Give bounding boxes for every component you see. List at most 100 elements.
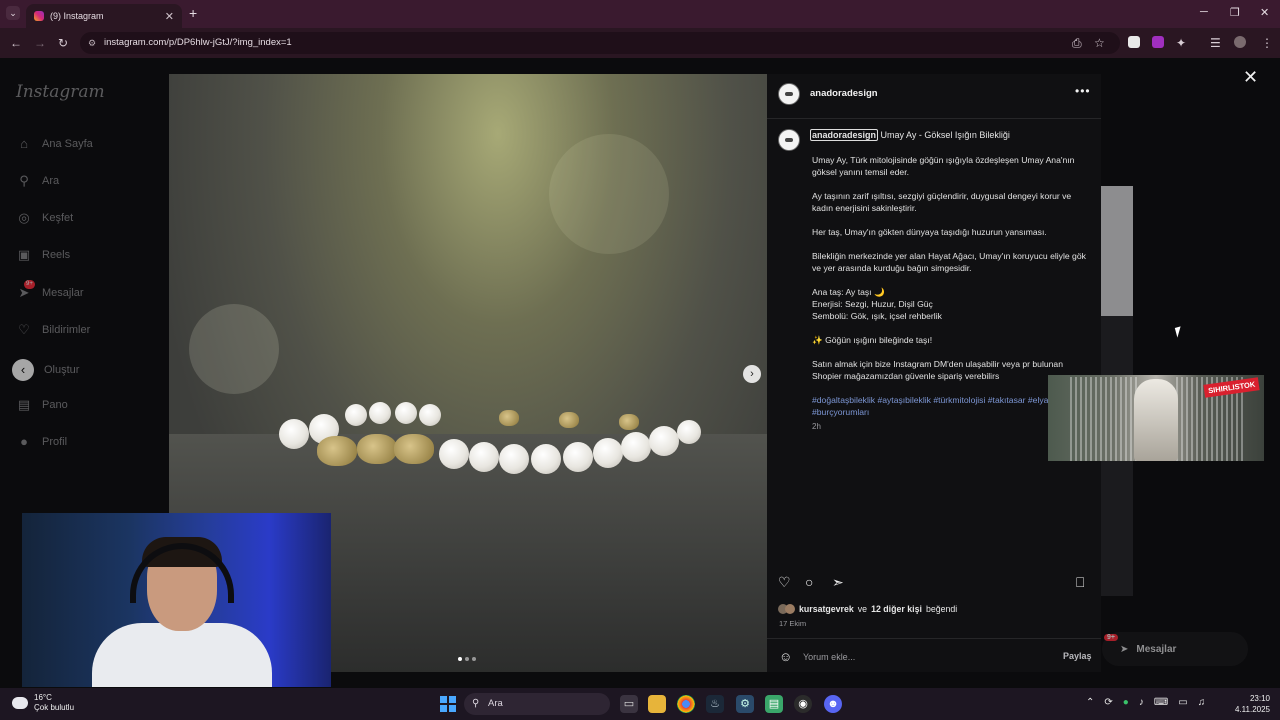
post-comment-button[interactable]: Paylaş: [1063, 651, 1092, 661]
liker-username[interactable]: kursatgevrek: [799, 604, 854, 614]
microphone-icon[interactable]: ♪: [1139, 697, 1144, 708]
gold-bead: [499, 410, 519, 426]
status-dot-icon[interactable]: ●: [1123, 697, 1129, 708]
notepad-icon[interactable]: ▤: [765, 695, 783, 713]
close-modal-icon[interactable]: ✕: [1243, 67, 1258, 88]
taskbar-clock[interactable]: 23:10 4.11.2025: [1230, 693, 1270, 715]
moonstone-bead: [395, 402, 417, 424]
moonstone-bead: [439, 439, 469, 469]
moonstone-bead: [649, 426, 679, 456]
restore-window-icon[interactable]: ❐: [1230, 6, 1240, 19]
browser-nav-bar: ← → ↻ ⚙ instagram.com/p/DP6hlw-jGtJ/?img…: [0, 28, 1280, 58]
gold-charm: [394, 434, 434, 464]
site-info-icon[interactable]: ⚙: [88, 32, 96, 54]
weather-widget[interactable]: 16°C Çok bulutlu: [12, 693, 74, 713]
address-bar-url: instagram.com/p/DP6hlw-jGtJ/?img_index=1: [104, 37, 292, 48]
weather-description: Çok bulutlu: [34, 703, 75, 712]
carousel-dots: [458, 657, 476, 661]
webcam-overlay: [22, 513, 331, 687]
file-explorer-icon[interactable]: [648, 695, 666, 713]
minimize-window-icon[interactable]: ─: [1200, 6, 1208, 18]
obs-icon[interactable]: ◉: [794, 695, 812, 713]
volume-icon[interactable]: ♫: [1198, 697, 1206, 708]
more-options-icon[interactable]: •••: [1075, 84, 1091, 98]
weather-temperature: 16°C: [34, 693, 52, 702]
bookmark-star-icon[interactable]: ☆: [1094, 36, 1105, 50]
tab-close-icon[interactable]: ✕: [165, 10, 174, 23]
like-heart-icon[interactable]: ♡: [778, 574, 791, 591]
reload-icon[interactable]: ↻: [58, 36, 68, 50]
carousel-dot: [472, 657, 476, 661]
app-gear-icon[interactable]: ⚙: [736, 695, 754, 713]
caption-author-username[interactable]: anadoradesign: [810, 129, 879, 141]
moonstone-bead: [563, 442, 593, 472]
share-send-icon[interactable]: ➣: [832, 574, 844, 591]
comment-input[interactable]: [803, 649, 1043, 665]
search-icon: ⚲: [472, 698, 480, 709]
moonstone-bead: [419, 404, 441, 426]
caption-author-avatar[interactable]: [778, 129, 800, 151]
discord-icon[interactable]: ☻: [824, 695, 842, 713]
floating-video-overlay[interactable]: SIHIRLISTOK: [1048, 375, 1264, 461]
moonstone-bead: [279, 419, 309, 449]
address-bar[interactable]: ⚙ instagram.com/p/DP6hlw-jGtJ/?img_index…: [80, 32, 1120, 54]
profile-avatar-icon[interactable]: [1234, 36, 1246, 48]
keyboard-icon[interactable]: ⌨: [1154, 697, 1168, 708]
close-window-icon[interactable]: ✕: [1260, 6, 1269, 19]
moonstone-bead: [469, 442, 499, 472]
clock-date: 4.11.2025: [1235, 705, 1270, 714]
author-avatar[interactable]: [778, 83, 800, 105]
bokeh-light: [549, 134, 669, 254]
comment-bar: ☺ Paylaş: [767, 638, 1101, 672]
extension-icon[interactable]: [1128, 36, 1140, 48]
liker-avatar: [785, 604, 795, 614]
comment-bubble-icon[interactable]: ○: [805, 574, 813, 590]
media-control-icon[interactable]: ☰: [1210, 36, 1221, 50]
wing-decoration: [1070, 377, 1140, 461]
save-bookmark-icon[interactable]: ⎕: [1076, 574, 1084, 591]
tab-search-button[interactable]: ⌄: [6, 6, 20, 20]
tray-expand-icon[interactable]: ⌃: [1086, 697, 1094, 708]
caption-detail-line: Enerjisi: Sezgi, Huzur, Dişil Güç: [812, 299, 933, 309]
clock-time: 23:10: [1249, 694, 1270, 703]
gold-bead: [619, 414, 639, 430]
moonstone-bead: [531, 444, 561, 474]
header-divider: [767, 118, 1101, 119]
forward-arrow-icon[interactable]: →: [34, 36, 46, 50]
caption-paragraph: Umay Ay, Türk mitolojisinde göğün ışığıy…: [812, 155, 1075, 177]
next-image-chevron-icon[interactable]: ›: [743, 365, 761, 383]
caption-paragraph: Ay taşının zarif ışıltısı, sezgiyi güçle…: [812, 191, 1072, 213]
likes-summary[interactable]: kursatgevrek ve 12 diğer kişi beğendi: [778, 604, 957, 614]
new-tab-button[interactable]: +: [189, 5, 197, 21]
taskbar-search-label: Ara: [488, 698, 503, 709]
steam-icon[interactable]: ♨: [706, 695, 724, 713]
back-arrow-icon[interactable]: ←: [10, 36, 22, 50]
extension-icon[interactable]: [1152, 36, 1164, 48]
browser-menu-icon[interactable]: ⋮: [1261, 36, 1273, 50]
sync-icon[interactable]: ⟳: [1104, 697, 1112, 708]
post-author-username[interactable]: anadoradesign: [810, 88, 878, 99]
emoji-smiley-icon[interactable]: ☺: [779, 649, 792, 664]
instagram-favicon-icon: [34, 11, 44, 21]
post-date: 17 Ekim: [779, 619, 807, 628]
install-app-icon[interactable]: ⎙: [1072, 36, 1082, 51]
cloud-icon: [12, 697, 28, 709]
display-icon[interactable]: ▭: [1178, 697, 1187, 708]
moonstone-bead: [499, 444, 529, 474]
extensions-puzzle-icon[interactable]: ✦: [1176, 36, 1186, 50]
caption-cta: ✨ Göğün ışığını bileğinde taşı!: [812, 335, 933, 345]
caption-details: Ana taş: Ay taşı 🌙 Enerjisi: Sezgi, Huzu…: [812, 286, 1092, 322]
start-windows-icon[interactable]: [440, 696, 456, 712]
likes-connector: ve: [857, 604, 868, 614]
likes-count[interactable]: 12 diğer kişi: [871, 604, 922, 614]
caption-paragraph: Her taş, Umay'ın gökten dünyaya taşıdığı…: [812, 227, 1047, 237]
browser-tab-instagram[interactable]: (9) Instagram ✕: [26, 4, 182, 28]
post-actions: ♡ ○ ➣ ⎕: [778, 574, 1092, 592]
caption-header: anadoradesign Umay Ay - Göksel Işığın Bi…: [810, 129, 1090, 141]
taskbar-search[interactable]: ⚲ Ara: [464, 693, 610, 715]
moonstone-bead: [369, 402, 391, 424]
task-view-icon[interactable]: ▭: [620, 695, 638, 713]
tab-title: (9) Instagram: [50, 11, 104, 21]
chrome-icon[interactable]: [677, 695, 695, 713]
gold-charm: [317, 436, 357, 466]
